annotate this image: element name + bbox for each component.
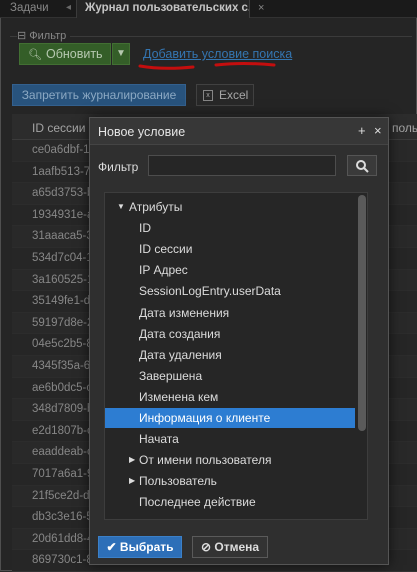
attribute-tree: ▼ Атрибуты ID ID сессии IP Адрес SessionLogEn… bbox=[104, 192, 368, 520]
search-icon bbox=[356, 160, 369, 173]
filter-input[interactable] bbox=[148, 155, 336, 176]
select-button[interactable]: ✔ Выбрать bbox=[98, 536, 182, 558]
dialog-title: Новое условие bbox=[98, 125, 186, 139]
tree-item-label: Изменена кем bbox=[139, 389, 219, 404]
tree-item[interactable]: ▶ Пользователь bbox=[105, 471, 355, 491]
tree-item-label: Завершена bbox=[139, 368, 203, 383]
tree-item[interactable]: ID сессии bbox=[105, 239, 355, 259]
tree-item[interactable]: Завершена bbox=[105, 366, 355, 386]
select-label: Выбрать bbox=[119, 540, 174, 554]
cancel-button[interactable]: ⊘ Отмена bbox=[192, 536, 268, 558]
expand-right-icon[interactable]: ▶ bbox=[129, 450, 135, 470]
tree-item-label: ID bbox=[139, 221, 151, 236]
tree-item-label: Атрибуты bbox=[129, 200, 183, 214]
tree-item-label: Последнее действие bbox=[139, 495, 256, 510]
tree-item-label: Сервер bbox=[139, 514, 181, 520]
tree-item-label: Дата изменения bbox=[139, 305, 230, 320]
tree-item-label: Дата удаления bbox=[139, 347, 222, 362]
tree-item[interactable]: Сервер bbox=[105, 514, 355, 520]
tree-item[interactable]: Дата удаления bbox=[105, 345, 355, 365]
tree-scrollbar[interactable] bbox=[358, 195, 366, 517]
tree-item[interactable]: Дата создания bbox=[105, 324, 355, 344]
expand-right-icon[interactable]: ▶ bbox=[129, 471, 135, 491]
tree-node-attributes[interactable]: ▼ Атрибуты bbox=[105, 197, 355, 217]
tree-item[interactable]: IP Адрес bbox=[105, 260, 355, 280]
tree-item[interactable]: Изменена кем bbox=[105, 387, 355, 407]
tree-scrollbar-thumb[interactable] bbox=[358, 195, 366, 431]
cancel-label: Отмена bbox=[214, 540, 260, 554]
tree-item-label: Пользователь bbox=[139, 474, 217, 489]
tree-item-label: IP Адрес bbox=[139, 263, 188, 278]
maximize-icon[interactable]: + bbox=[358, 123, 366, 138]
tree-item[interactable]: SessionLogEntry.userData bbox=[105, 281, 355, 301]
tree-item[interactable]: Информация о клиенте bbox=[105, 408, 355, 428]
cancel-circle-icon: ⊘ bbox=[200, 540, 212, 554]
tree-item[interactable]: ▶ От имени пользователя bbox=[105, 450, 355, 470]
filter-search-button[interactable] bbox=[347, 155, 377, 176]
tree-item[interactable]: ID bbox=[105, 218, 355, 238]
close-icon[interactable]: × bbox=[374, 123, 382, 138]
tree-item-label: SessionLogEntry.userData bbox=[139, 284, 281, 299]
tree-item[interactable]: Последнее действие bbox=[105, 492, 355, 512]
check-icon: ✔ bbox=[106, 540, 117, 554]
expand-down-icon[interactable]: ▼ bbox=[117, 197, 125, 217]
tree-item[interactable]: Начата bbox=[105, 429, 355, 449]
tree-item-label: От имени пользователя bbox=[139, 453, 272, 468]
tree-item-label: Дата создания bbox=[139, 326, 221, 341]
new-condition-dialog: Новое условие + × Фильтр ▼ Атрибуты ID ID с… bbox=[89, 117, 389, 565]
tree-item-label: Начата bbox=[139, 432, 179, 447]
filter-label: Фильтр bbox=[98, 160, 139, 174]
dialog-header: Новое условие + × bbox=[90, 118, 388, 145]
tree-item-label: Информация о клиенте bbox=[139, 411, 271, 425]
tree-item[interactable]: Дата изменения bbox=[105, 303, 355, 323]
tree-item-label: ID сессии bbox=[139, 242, 193, 257]
